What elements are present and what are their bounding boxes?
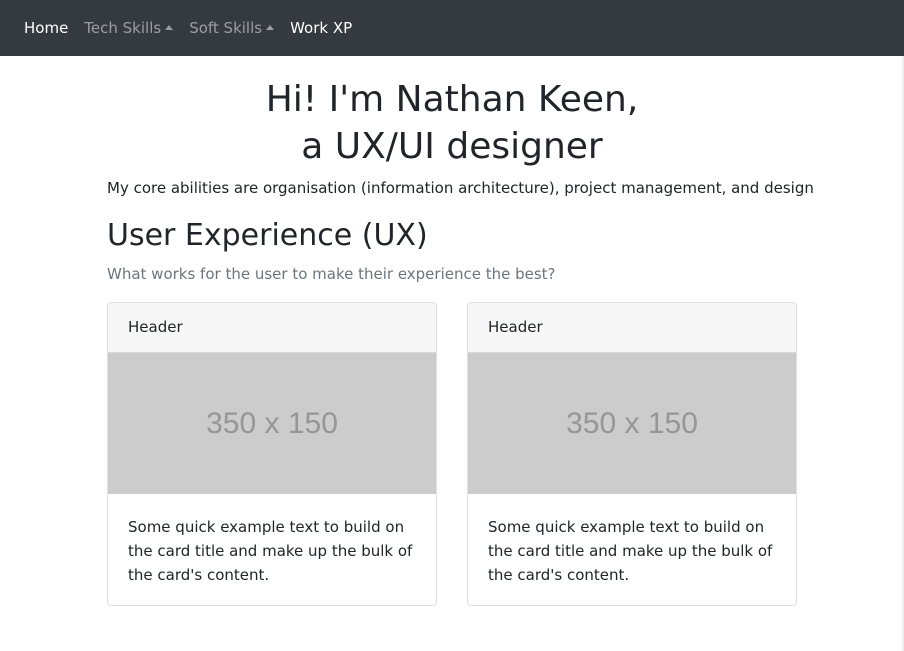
card-image-placeholder: 350 x 150 xyxy=(468,353,796,494)
card-image-label: 350 x 150 xyxy=(566,406,698,440)
nav-tech-skills-dropdown[interactable]: Tech Skills xyxy=(84,19,174,37)
caret-up-icon xyxy=(266,25,275,30)
card-header: Header xyxy=(468,303,796,353)
hero-title-line-1: Hi! I'm Nathan Keen, xyxy=(265,79,639,120)
card-body-text: Some quick example text to build on the … xyxy=(488,518,773,584)
card-image-label: 350 x 150 xyxy=(206,406,338,440)
card-image-placeholder: 350 x 150 xyxy=(108,353,436,494)
nav-tech-skills-label: Tech Skills xyxy=(84,19,162,37)
hero-title: Hi! I'm Nathan Keen, a UX/UI designer xyxy=(0,76,904,170)
section-subtitle-ux: What works for the user to make their ex… xyxy=(107,265,556,283)
section-title-ux: User Experience (UX) xyxy=(107,218,428,253)
intro-lead-text: My core abilities are organisation (info… xyxy=(107,179,814,197)
nav-soft-skills-dropdown[interactable]: Soft Skills xyxy=(189,19,275,37)
ux-card-2: Header 350 x 150 Some quick example text… xyxy=(467,302,797,606)
top-navbar: Home Tech Skills Soft Skills Work XP xyxy=(0,0,904,56)
ux-card-1: Header 350 x 150 Some quick example text… xyxy=(107,302,437,606)
card-header: Header xyxy=(108,303,436,353)
nav-work-xp-link[interactable]: Work XP xyxy=(290,19,352,37)
nav-soft-skills-label: Soft Skills xyxy=(189,19,263,37)
card-body-text: Some quick example text to build on the … xyxy=(128,518,413,584)
nav-home-link[interactable]: Home xyxy=(24,19,68,37)
hero-title-line-2: a UX/UI designer xyxy=(301,126,603,167)
caret-up-icon xyxy=(165,25,174,30)
